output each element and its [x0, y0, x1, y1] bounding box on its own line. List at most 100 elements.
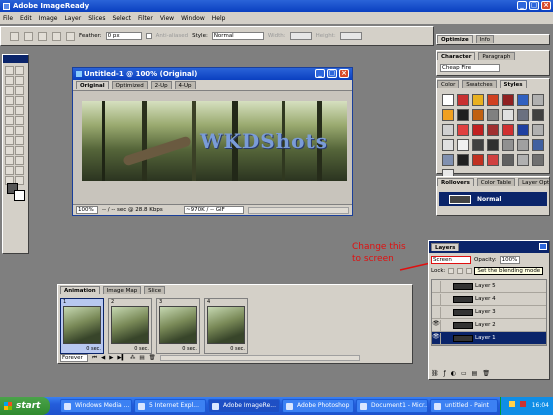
gradient-tool-icon[interactable] [14, 115, 24, 125]
start-button[interactable]: start [0, 397, 50, 415]
image-map-select-tool-icon[interactable] [14, 155, 24, 165]
lock-move-icon[interactable] [465, 268, 472, 274]
tab-swatches[interactable]: Swatches [462, 80, 497, 88]
style-swatch[interactable] [486, 123, 499, 136]
toggle-visibility-tool-icon[interactable] [4, 165, 14, 175]
maximize-icon[interactable]: ▢ [529, 1, 539, 10]
style-swatch[interactable] [456, 93, 469, 106]
tab-color-table[interactable]: Color Table [476, 178, 516, 186]
doc-minimize-icon[interactable]: _ [315, 69, 325, 78]
link-layers-icon[interactable]: ⛓ [431, 370, 439, 377]
minimize-icon[interactable]: _ [517, 1, 527, 10]
eye-icon[interactable]: 👁 [432, 332, 441, 344]
style-swatch[interactable] [471, 153, 484, 166]
style-swatch[interactable] [516, 108, 529, 121]
close-icon[interactable]: × [541, 1, 551, 10]
crop-tool-icon[interactable] [4, 85, 14, 95]
style-swatch[interactable] [471, 108, 484, 121]
preview-tool-icon[interactable] [14, 165, 24, 175]
width-input[interactable] [289, 32, 312, 40]
lasso-tool-icon[interactable] [4, 75, 14, 85]
marquee-tool-icon[interactable] [9, 31, 19, 41]
tab-2up[interactable]: 2-Up [150, 81, 172, 89]
tab-animation[interactable]: Animation [60, 286, 100, 294]
style-swatch[interactable] [531, 108, 544, 121]
animation-frame[interactable]: 4 0 sec. [204, 298, 248, 354]
frame-delay[interactable]: 0 sec. [230, 346, 245, 352]
eyedropper-tool-icon[interactable] [14, 135, 24, 145]
frame-delay[interactable]: 0 sec. [182, 346, 197, 352]
loop-select[interactable]: Forever [60, 354, 88, 362]
layer-mask-icon[interactable]: ◐ [451, 370, 456, 377]
brush-tool-icon[interactable] [14, 95, 24, 105]
animation-scrollbar[interactable] [159, 355, 360, 361]
style-swatch[interactable] [456, 123, 469, 136]
style-swatch[interactable] [456, 138, 469, 151]
style-swatch[interactable] [531, 93, 544, 106]
taskbar-item-word[interactable]: Document1 - Micr... [356, 399, 428, 413]
style-swatch[interactable] [441, 123, 454, 136]
menu-file[interactable]: File [3, 15, 13, 22]
eye-icon[interactable]: 👁 [432, 319, 441, 331]
frame-delay[interactable]: 0 sec. [86, 346, 101, 352]
slice-tool-icon[interactable] [14, 85, 24, 95]
style-swatch[interactable] [531, 138, 544, 151]
menu-layer[interactable]: Layer [64, 15, 81, 22]
rectangle-tool-icon[interactable] [4, 135, 14, 145]
style-swatch[interactable] [501, 138, 514, 151]
image-map-tool-icon[interactable] [4, 155, 14, 165]
slice-select-tool-icon[interactable] [4, 95, 14, 105]
marquee-tool-icon[interactable] [14, 65, 24, 75]
style-swatch[interactable] [486, 108, 499, 121]
style-swatch[interactable] [486, 138, 499, 151]
style-swatch[interactable] [501, 108, 514, 121]
tab-optimize[interactable]: Optimize [437, 35, 473, 43]
menu-window[interactable]: Window [181, 15, 205, 22]
doc-close-icon[interactable]: × [339, 69, 349, 78]
tab-slice[interactable]: Slice [144, 286, 166, 294]
frame-delay[interactable]: 0 sec. [134, 346, 149, 352]
eye-icon[interactable] [432, 280, 441, 292]
menu-view[interactable]: View [160, 15, 174, 22]
style-swatch[interactable] [441, 153, 454, 166]
status-scrollbar[interactable] [248, 206, 349, 214]
lock-transparency-icon[interactable] [447, 268, 454, 274]
style-swatch[interactable] [516, 123, 529, 136]
menu-help[interactable]: Help [212, 15, 226, 22]
layer-row[interactable]: Layer 5 [432, 280, 546, 293]
style-swatch[interactable] [486, 153, 499, 166]
layers-close-icon[interactable] [539, 243, 547, 250]
opacity-input[interactable]: 100% [499, 256, 520, 264]
menu-slices[interactable]: Slices [88, 15, 105, 22]
style-swatch[interactable] [441, 93, 454, 106]
animation-frame[interactable]: 1 0 sec. [60, 298, 104, 354]
animation-frame[interactable]: 3 0 sec. [156, 298, 200, 354]
play-icon[interactable]: ▶ [109, 355, 113, 361]
eraser-tool-icon[interactable] [14, 105, 24, 115]
height-input[interactable] [339, 32, 362, 40]
tab-paragraph[interactable]: Paragraph [478, 52, 515, 60]
style-swatch[interactable] [516, 138, 529, 151]
tab-color[interactable]: Color [437, 80, 460, 88]
zoom-select[interactable]: 100% [76, 206, 98, 214]
menu-edit[interactable]: Edit [20, 15, 32, 22]
style-swatch[interactable] [531, 123, 544, 136]
hand-tool-icon[interactable] [4, 145, 14, 155]
tab-character[interactable]: Character [437, 52, 476, 60]
pencil-tool-icon[interactable] [4, 105, 14, 115]
style-swatch[interactable] [471, 123, 484, 136]
layer-row[interactable]: Layer 3 [432, 306, 546, 319]
layer-style-icon[interactable]: ƒ [444, 370, 446, 377]
style-swatch[interactable] [516, 93, 529, 106]
style-swatch[interactable] [516, 153, 529, 166]
layer-row[interactable]: 👁 Layer 2 [432, 319, 546, 332]
menu-select[interactable]: Select [112, 15, 131, 22]
tray-icon-2[interactable] [519, 401, 526, 407]
move-tool-icon[interactable] [4, 65, 14, 75]
delete-frame-icon[interactable]: 🗑 [149, 355, 156, 361]
prev-frame-icon[interactable]: ◀ [101, 355, 105, 361]
delete-layer-icon[interactable]: 🗑 [482, 370, 490, 377]
style-swatch[interactable] [501, 93, 514, 106]
tab-image-map[interactable]: Image Map [102, 286, 142, 294]
layer-row[interactable]: 👁 Layer 1 [432, 332, 546, 345]
